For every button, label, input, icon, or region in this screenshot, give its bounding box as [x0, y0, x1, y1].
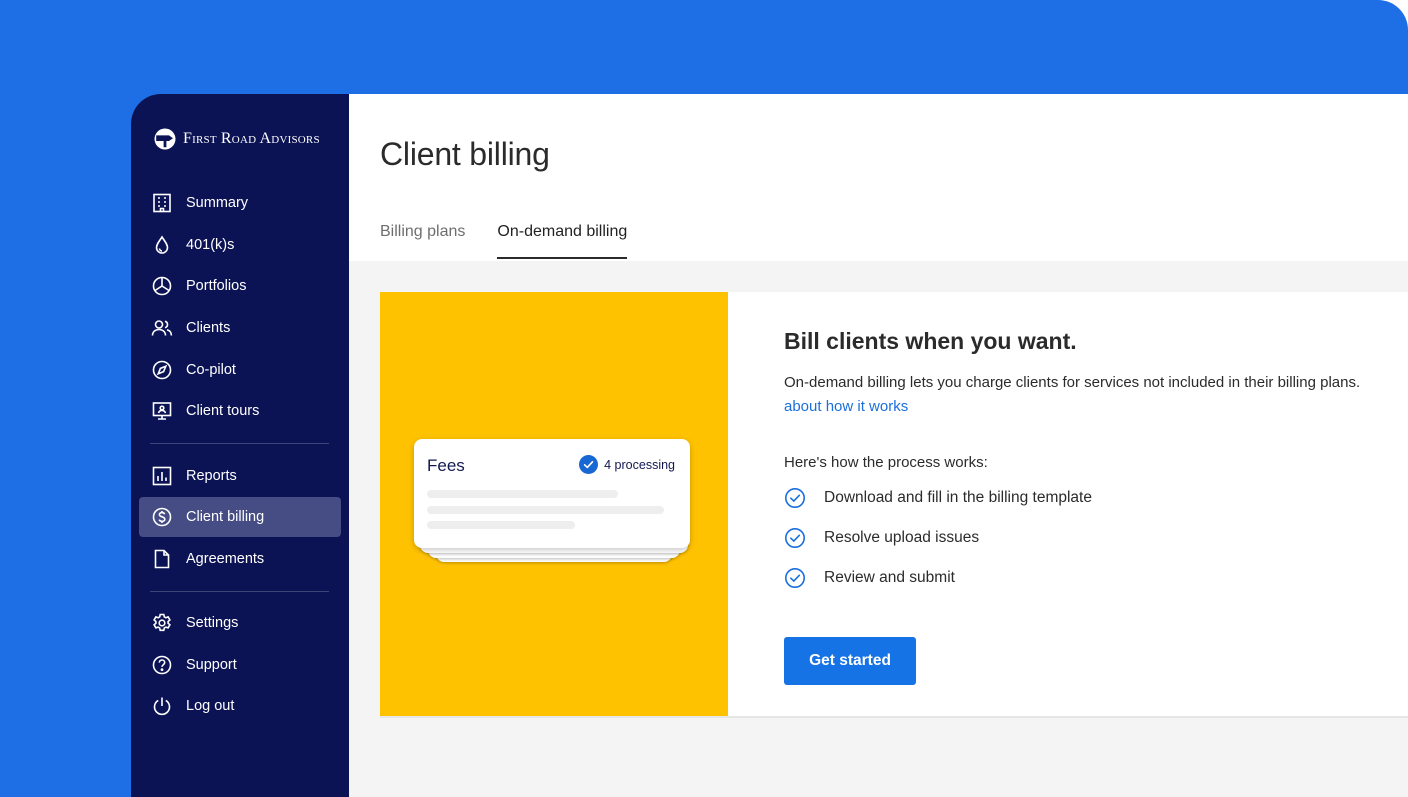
bar-chart-icon: [151, 465, 173, 487]
drop-icon: [151, 234, 173, 256]
how-it-works-link[interactable]: about how it works: [784, 398, 908, 415]
people-icon: [151, 317, 173, 339]
sidebar-item-summary[interactable]: Summary: [139, 183, 341, 223]
sidebar-item-401ks[interactable]: 401(k)s: [139, 225, 341, 265]
sidebar-divider: [150, 591, 329, 592]
tab-billing-plans[interactable]: Billing plans: [380, 223, 465, 259]
power-icon: [151, 695, 173, 717]
sidebar-item-label: Client tours: [186, 403, 260, 419]
description: On-demand billing lets you charge client…: [784, 374, 1361, 391]
building-icon: [151, 192, 173, 214]
get-started-button[interactable]: Get started: [784, 637, 916, 685]
sidebar-item-label: 401(k)s: [186, 237, 235, 253]
tab-on-demand-billing[interactable]: On-demand billing: [497, 223, 627, 259]
processing-status: 4 processing: [579, 455, 675, 474]
billing-info: Bill clients when you want. On-demand bi…: [728, 292, 1408, 716]
sidebar-item-label: Settings: [186, 615, 239, 631]
compass-icon: [151, 359, 173, 381]
sidebar-item-label: Portfolios: [186, 278, 247, 294]
sidebar-item-label: Co-pilot: [186, 362, 236, 378]
sidebar-item-label: Agreements: [186, 551, 265, 567]
page-title: Client billing: [380, 136, 550, 172]
sidebar-item-label: Log out: [186, 698, 235, 714]
app-window: First Road Advisors Summary 401(k)s Port…: [131, 94, 1408, 797]
sidebar-item-reports[interactable]: Reports: [139, 456, 341, 496]
step-label: Download and fill in the billing templat…: [824, 489, 1092, 506]
help-icon: [151, 654, 173, 676]
sidebar: First Road Advisors Summary 401(k)s Port…: [131, 94, 349, 797]
process-intro: Here's how the process works:: [784, 454, 988, 471]
check-circle-icon: [784, 567, 806, 589]
fees-illustration: Fees 4 processing: [380, 292, 728, 716]
sidebar-item-support[interactable]: Support: [139, 645, 341, 685]
sidebar-item-label: Client billing: [186, 509, 265, 525]
skeleton-line: [427, 490, 618, 498]
process-step: Resolve upload issues: [784, 527, 979, 549]
check-circle-icon: [784, 487, 806, 509]
fees-card: Fees 4 processing: [414, 439, 690, 548]
sidebar-item-label: Summary: [186, 195, 249, 211]
sidebar-item-portfolios[interactable]: Portfolios: [139, 266, 341, 306]
document-icon: [151, 548, 173, 570]
dollar-icon: [151, 506, 173, 528]
on-demand-billing-card: Fees 4 processing Bill clients when you …: [380, 292, 1408, 718]
gear-icon: [151, 612, 173, 634]
step-label: Review and submit: [824, 569, 955, 586]
process-step: Download and fill in the billing templat…: [784, 487, 1092, 509]
brand-name: First Road Advisors: [183, 130, 320, 147]
pie-chart-icon: [151, 275, 173, 297]
sidebar-item-log-out[interactable]: Log out: [139, 686, 341, 726]
brand[interactable]: First Road Advisors: [154, 128, 320, 150]
section-title: Bill clients when you want.: [784, 328, 1077, 354]
skeleton-line: [427, 521, 575, 529]
status-text: 4 processing: [604, 457, 675, 472]
sidebar-item-agreements[interactable]: Agreements: [139, 539, 341, 579]
sidebar-divider: [150, 443, 329, 444]
presentation-icon: [151, 400, 173, 422]
fees-title: Fees: [427, 456, 465, 475]
step-label: Resolve upload issues: [824, 529, 980, 546]
check-circle-icon: [784, 527, 806, 549]
sidebar-item-label: Reports: [186, 468, 237, 484]
road-sign-icon: [154, 128, 176, 150]
sidebar-item-client-tours[interactable]: Client tours: [139, 391, 341, 431]
tab-bar: Billing plans On-demand billing: [380, 223, 627, 259]
sidebar-item-settings[interactable]: Settings: [139, 603, 341, 643]
skeleton-line: [427, 506, 664, 514]
sidebar-item-label: Clients: [186, 320, 231, 336]
page-header: Client billing Billing plans On-demand b…: [349, 94, 1408, 261]
main-content: Client billing Billing plans On-demand b…: [349, 94, 1408, 797]
check-circle-icon: [579, 455, 599, 474]
process-step: Review and submit: [784, 567, 955, 589]
sidebar-item-clients[interactable]: Clients: [139, 308, 341, 348]
sidebar-item-co-pilot[interactable]: Co-pilot: [139, 350, 341, 390]
sidebar-item-label: Support: [186, 657, 237, 673]
sidebar-item-client-billing[interactable]: Client billing: [139, 497, 341, 537]
